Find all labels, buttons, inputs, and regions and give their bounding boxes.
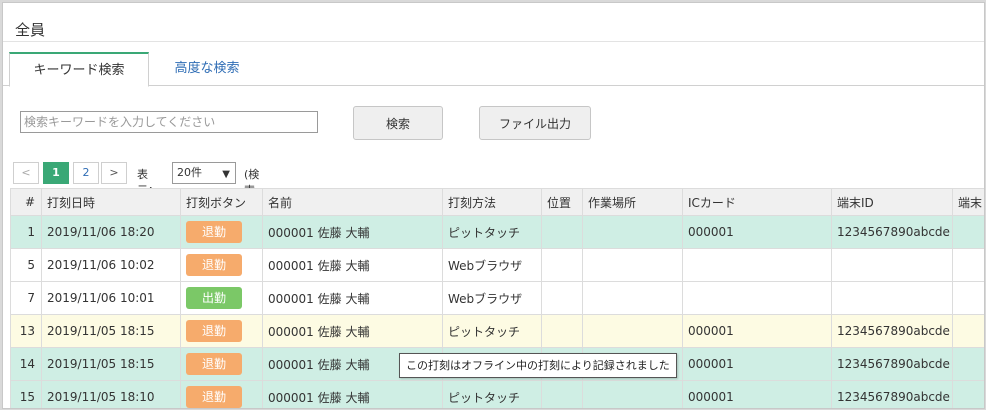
clock-out-badge[interactable]: 退勤 [186,386,242,408]
row-terminal-cell [952,380,984,408]
row-name-cell: 000001 佐藤 大輔 [262,380,443,408]
col-header-datetime[interactable]: 打刻日時 [41,188,181,216]
row-terminal-id-cell: 1234567890abcde [831,380,953,408]
row-name-cell: 000001 佐藤 大輔 [262,215,443,249]
row-punch-badge-cell: 退勤 [180,248,263,282]
row-number-cell: 7 [10,281,42,315]
row-workplace-cell [582,248,683,282]
row-location-cell [541,215,583,249]
row-terminal-id-cell: 1234567890abcde [831,347,953,381]
tab-keyword-search[interactable]: キーワード検索 [9,52,149,87]
col-header-location[interactable]: 位置 [541,188,583,216]
row-workplace-cell [582,281,683,315]
title-divider [3,41,984,42]
row-datetime-cell: 2019/11/06 10:01 [41,281,181,315]
row-location-cell [541,248,583,282]
row-terminal-id-cell [831,281,953,315]
row-punch-badge-cell: 退勤 [180,347,263,381]
row-workplace-cell [582,380,683,408]
col-header-workplace[interactable]: 作業場所 [582,188,683,216]
row-method-cell: ピットタッチ [442,215,542,249]
row-number-cell: 13 [10,314,42,348]
row-workplace-cell [582,215,683,249]
row-number-cell: 15 [10,380,42,408]
row-method-cell: Webブラウザ [442,281,542,315]
row-ic-card-cell: 000001 [682,347,832,381]
row-datetime-cell: 2019/11/05 18:10 [41,380,181,408]
row-terminal-cell [952,281,984,315]
table-row[interactable]: 7 2019/11/06 10:01 出勤 000001 佐藤 大輔 Webブラウザ [10,281,984,315]
row-name-cell: 000001 佐藤 大輔 [262,248,443,282]
table-row[interactable]: 15 2019/11/05 18:10 退勤 000001 佐藤 大輔 ピットタッチ 00… [10,380,984,408]
col-header-punch-button[interactable]: 打刻ボタン [180,188,263,216]
next-page-button[interactable]: > [101,162,127,184]
row-ic-card-cell [682,248,832,282]
row-punch-badge-cell: 出勤 [180,281,263,315]
row-terminal-cell [952,347,984,381]
col-header-method[interactable]: 打刻方法 [442,188,542,216]
clock-out-badge[interactable]: 退勤 [186,254,242,276]
row-location-cell [541,314,583,348]
col-header-number[interactable]: # [10,188,42,216]
row-datetime-cell: 2019/11/06 18:20 [41,215,181,249]
row-location-cell [541,281,583,315]
clock-out-badge[interactable]: 退勤 [186,353,242,375]
keyword-search-input[interactable] [20,111,318,133]
col-header-terminal-id[interactable]: 端末ID [831,188,953,216]
dropdown-caret-icon: ▼ [222,169,230,180]
row-terminal-cell [952,248,984,282]
search-button[interactable]: 検索 [353,106,443,140]
offline-punch-tooltip: この打刻はオフライン中の打刻により記録されました [399,353,677,378]
page-2-button[interactable]: 2 [73,162,99,184]
per-page-value: 20件 [177,166,202,179]
tab-advanced-search[interactable]: 高度な検索 [157,52,257,85]
row-number-cell: 1 [10,215,42,249]
row-method-cell: Webブラウザ [442,248,542,282]
clock-out-badge[interactable]: 退勤 [186,320,242,342]
row-punch-badge-cell: 退勤 [180,215,263,249]
row-terminal-id-cell: 1234567890abcde [831,314,953,348]
col-header-ic-card[interactable]: ICカード [682,188,832,216]
table-row[interactable]: 1 2019/11/06 18:20 退勤 000001 佐藤 大輔 ピットタッチ 000… [10,215,984,249]
search-tabs: キーワード検索 高度な検索 [9,52,984,87]
row-number-cell: 5 [10,248,42,282]
table-header-row: # 打刻日時 打刻ボタン 名前 打刻方法 位置 作業場所 ICカード 端末ID … [10,188,984,216]
row-datetime-cell: 2019/11/06 10:02 [41,248,181,282]
row-datetime-cell: 2019/11/05 18:15 [41,314,181,348]
clock-in-badge[interactable]: 出勤 [186,287,242,309]
row-method-cell: ピットタッチ [442,380,542,408]
row-ic-card-cell: 000001 [682,215,832,249]
row-number-cell: 14 [10,347,42,381]
row-name-cell: 000001 佐藤 大輔 [262,314,443,348]
row-method-cell: ピットタッチ [442,314,542,348]
row-terminal-id-cell: 1234567890abcde [831,215,953,249]
row-workplace-cell [582,314,683,348]
main-panel: 全員 キーワード検索 高度な検索 検索 ファイル出力 < 1 2 > 表示： 2… [2,2,985,409]
row-ic-card-cell: 000001 [682,380,832,408]
row-terminal-id-cell [831,248,953,282]
row-punch-badge-cell: 退勤 [180,380,263,408]
page-title: 全員 [15,21,46,39]
col-header-name[interactable]: 名前 [262,188,443,216]
row-terminal-cell [952,215,984,249]
row-punch-badge-cell: 退勤 [180,314,263,348]
row-name-cell: 000001 佐藤 大輔 [262,281,443,315]
clock-out-badge[interactable]: 退勤 [186,221,242,243]
row-location-cell [541,380,583,408]
col-header-terminal[interactable]: 端末 [952,188,984,216]
export-file-button[interactable]: ファイル出力 [479,106,591,140]
row-datetime-cell: 2019/11/05 18:15 [41,347,181,381]
per-page-select[interactable]: 20件 ▼ [172,162,236,184]
row-terminal-cell [952,314,984,348]
row-ic-card-cell: 000001 [682,314,832,348]
table-row[interactable]: 13 2019/11/05 18:15 退勤 000001 佐藤 大輔 ピットタッチ 00… [10,314,984,348]
prev-page-button[interactable]: < [13,162,39,184]
table-row[interactable]: 5 2019/11/06 10:02 退勤 000001 佐藤 大輔 Webブラウザ [10,248,984,282]
tabs-divider [3,85,984,86]
row-ic-card-cell [682,281,832,315]
page-1-button[interactable]: 1 [43,162,69,184]
